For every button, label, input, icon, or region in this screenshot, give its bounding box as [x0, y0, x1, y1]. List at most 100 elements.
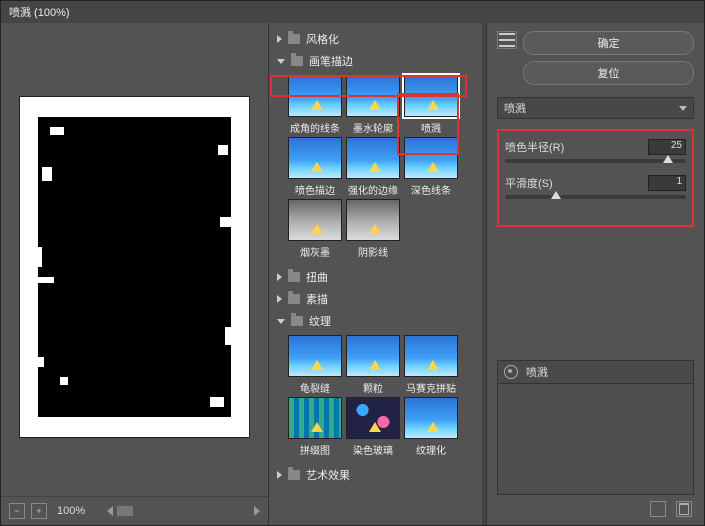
filter-select[interactable]: 喷溅	[497, 97, 694, 119]
thumb-label: 染色玻璃	[353, 442, 393, 457]
thumb-label: 强化的边缘	[348, 182, 398, 197]
category-huabi: 画笔描边成角的线条墨水轮廓喷溅喷色描边强化的边缘深色线条烟灰墨 阴影线	[273, 51, 482, 265]
thumb-image	[288, 75, 342, 117]
delete-layer-button[interactable]	[676, 501, 692, 517]
chevron-down-icon	[679, 106, 687, 111]
filter-thumb[interactable]: 成角的线条	[287, 75, 343, 135]
effect-layers: 喷溅	[497, 360, 694, 517]
thumb-image	[404, 335, 458, 377]
slider-smooth[interactable]	[505, 195, 686, 199]
folder-icon	[288, 272, 300, 282]
folder-icon	[291, 56, 303, 66]
category-header[interactable]: 风格化	[273, 29, 482, 49]
slider-knob[interactable]	[663, 155, 673, 163]
category-header[interactable]: 素描	[273, 289, 482, 309]
new-layer-button[interactable]	[650, 501, 666, 517]
thumb-label: 成角的线条	[290, 120, 340, 135]
thumb-image	[288, 137, 342, 179]
category-label: 纹理	[309, 313, 331, 329]
scroll-thumb[interactable]	[116, 505, 134, 517]
arrow-down-icon	[277, 59, 285, 64]
thumb-label: 烟灰墨	[300, 244, 330, 259]
category-label: 画笔描边	[309, 53, 353, 69]
category-fengge: 风格化	[273, 29, 482, 49]
arrow-down-icon	[277, 319, 285, 324]
folder-icon	[288, 294, 300, 304]
filter-thumb[interactable]: 拼缀图	[287, 397, 343, 457]
filter-thumb[interactable]: 烟灰墨	[287, 199, 343, 259]
panel-menu-icon[interactable]	[497, 31, 517, 49]
filter-thumb[interactable]: 纹理化	[403, 397, 459, 457]
thumb-image	[404, 137, 458, 179]
category-header[interactable]: 画笔描边	[273, 51, 482, 71]
category-header[interactable]: 纹理	[273, 311, 482, 331]
visibility-icon[interactable]	[504, 365, 518, 379]
folder-icon	[288, 34, 300, 44]
scroll-left-icon[interactable]	[107, 506, 113, 516]
thumb-label: 颗粒	[363, 380, 383, 395]
thumb-image	[288, 335, 342, 377]
param-label: 平滑度(S)	[505, 175, 553, 191]
filter-thumb[interactable]: 强化的边缘	[345, 137, 401, 197]
folder-icon	[288, 470, 300, 480]
slider-knob[interactable]	[551, 191, 561, 199]
zoom-level: 100%	[57, 505, 85, 517]
filter-gallery-window: 喷溅 (100%)	[0, 0, 705, 526]
filter-thumb[interactable]: 墨水轮廓	[345, 75, 401, 135]
scroll-right-icon[interactable]	[254, 506, 260, 516]
arrow-right-icon	[277, 295, 282, 303]
thumbs: 龟裂缝颗粒 马赛克拼贴拼缀图 染色玻璃 纹理化	[273, 331, 482, 463]
preview-hscroll[interactable]	[107, 504, 260, 518]
param-value[interactable]: 25	[648, 139, 686, 155]
param-value[interactable]: 1	[648, 175, 686, 191]
param-radius: 喷色半径(R) 25	[505, 139, 686, 163]
params-group: 喷色半径(R) 25 平滑度(S) 1	[497, 129, 694, 227]
filter-thumb[interactable]: 喷色描边	[287, 137, 343, 197]
thumb-label: 喷色描边	[295, 182, 335, 197]
category-header[interactable]: 扭曲	[273, 267, 482, 287]
zoom-out-button[interactable]: −	[9, 503, 25, 519]
layer-row[interactable]: 喷溅	[497, 360, 694, 384]
filter-thumb[interactable]: 马赛克拼贴	[403, 335, 459, 395]
preview-footer: − + 100%	[1, 496, 268, 525]
window-body: − + 100% 风格化画笔描边成角的线条墨水轮廓喷溅喷色描边强化的边缘深色线条…	[1, 23, 704, 525]
window-title: 喷溅 (100%)	[9, 4, 70, 20]
thumb-label: 拼缀图	[300, 442, 330, 457]
slider-radius[interactable]	[505, 159, 686, 163]
thumb-label: 马赛克拼贴	[406, 380, 456, 395]
preview-viewport[interactable]	[1, 23, 268, 496]
filter-thumb[interactable]: 颗粒	[345, 335, 401, 395]
filter-thumb[interactable]: 阴影线	[345, 199, 401, 259]
thumb-label: 纹理化	[416, 442, 446, 457]
thumb-label: 阴影线	[358, 244, 388, 259]
filter-thumb[interactable]: 深色线条	[403, 137, 459, 197]
preview-pane: − + 100%	[1, 23, 269, 525]
category-label: 扭曲	[306, 269, 328, 285]
settings-panel: 确定 复位 喷溅 喷色半径(R) 25	[487, 23, 704, 525]
category-niuqv: 扭曲	[273, 267, 482, 287]
thumb-image	[288, 397, 342, 439]
thumb-image	[288, 199, 342, 241]
category-label: 艺术效果	[306, 467, 350, 483]
gallery-scrollbar[interactable]	[482, 23, 486, 525]
category-yishu: 艺术效果	[273, 465, 482, 485]
layers-empty	[497, 384, 694, 495]
filter-select-value: 喷溅	[504, 100, 526, 116]
filter-thumb[interactable]: 喷溅	[403, 75, 459, 135]
titlebar[interactable]: 喷溅 (100%)	[1, 1, 704, 24]
reset-button[interactable]: 复位	[523, 61, 694, 85]
thumb-label: 墨水轮廓	[353, 120, 393, 135]
ok-button[interactable]: 确定	[523, 31, 694, 55]
thumb-image	[346, 75, 400, 117]
param-label: 喷色半径(R)	[505, 139, 564, 155]
category-sumiao: 素描	[273, 289, 482, 309]
category-label: 素描	[306, 291, 328, 307]
layer-name: 喷溅	[526, 364, 548, 380]
zoom-in-button[interactable]: +	[31, 503, 47, 519]
thumb-label: 深色线条	[411, 182, 451, 197]
filter-thumb[interactable]: 龟裂缝	[287, 335, 343, 395]
category-header[interactable]: 艺术效果	[273, 465, 482, 485]
thumb-image	[346, 397, 400, 439]
filter-thumb[interactable]: 染色玻璃	[345, 397, 401, 457]
category-wenli: 纹理龟裂缝颗粒 马赛克拼贴拼缀图 染色玻璃 纹理化	[273, 311, 482, 463]
